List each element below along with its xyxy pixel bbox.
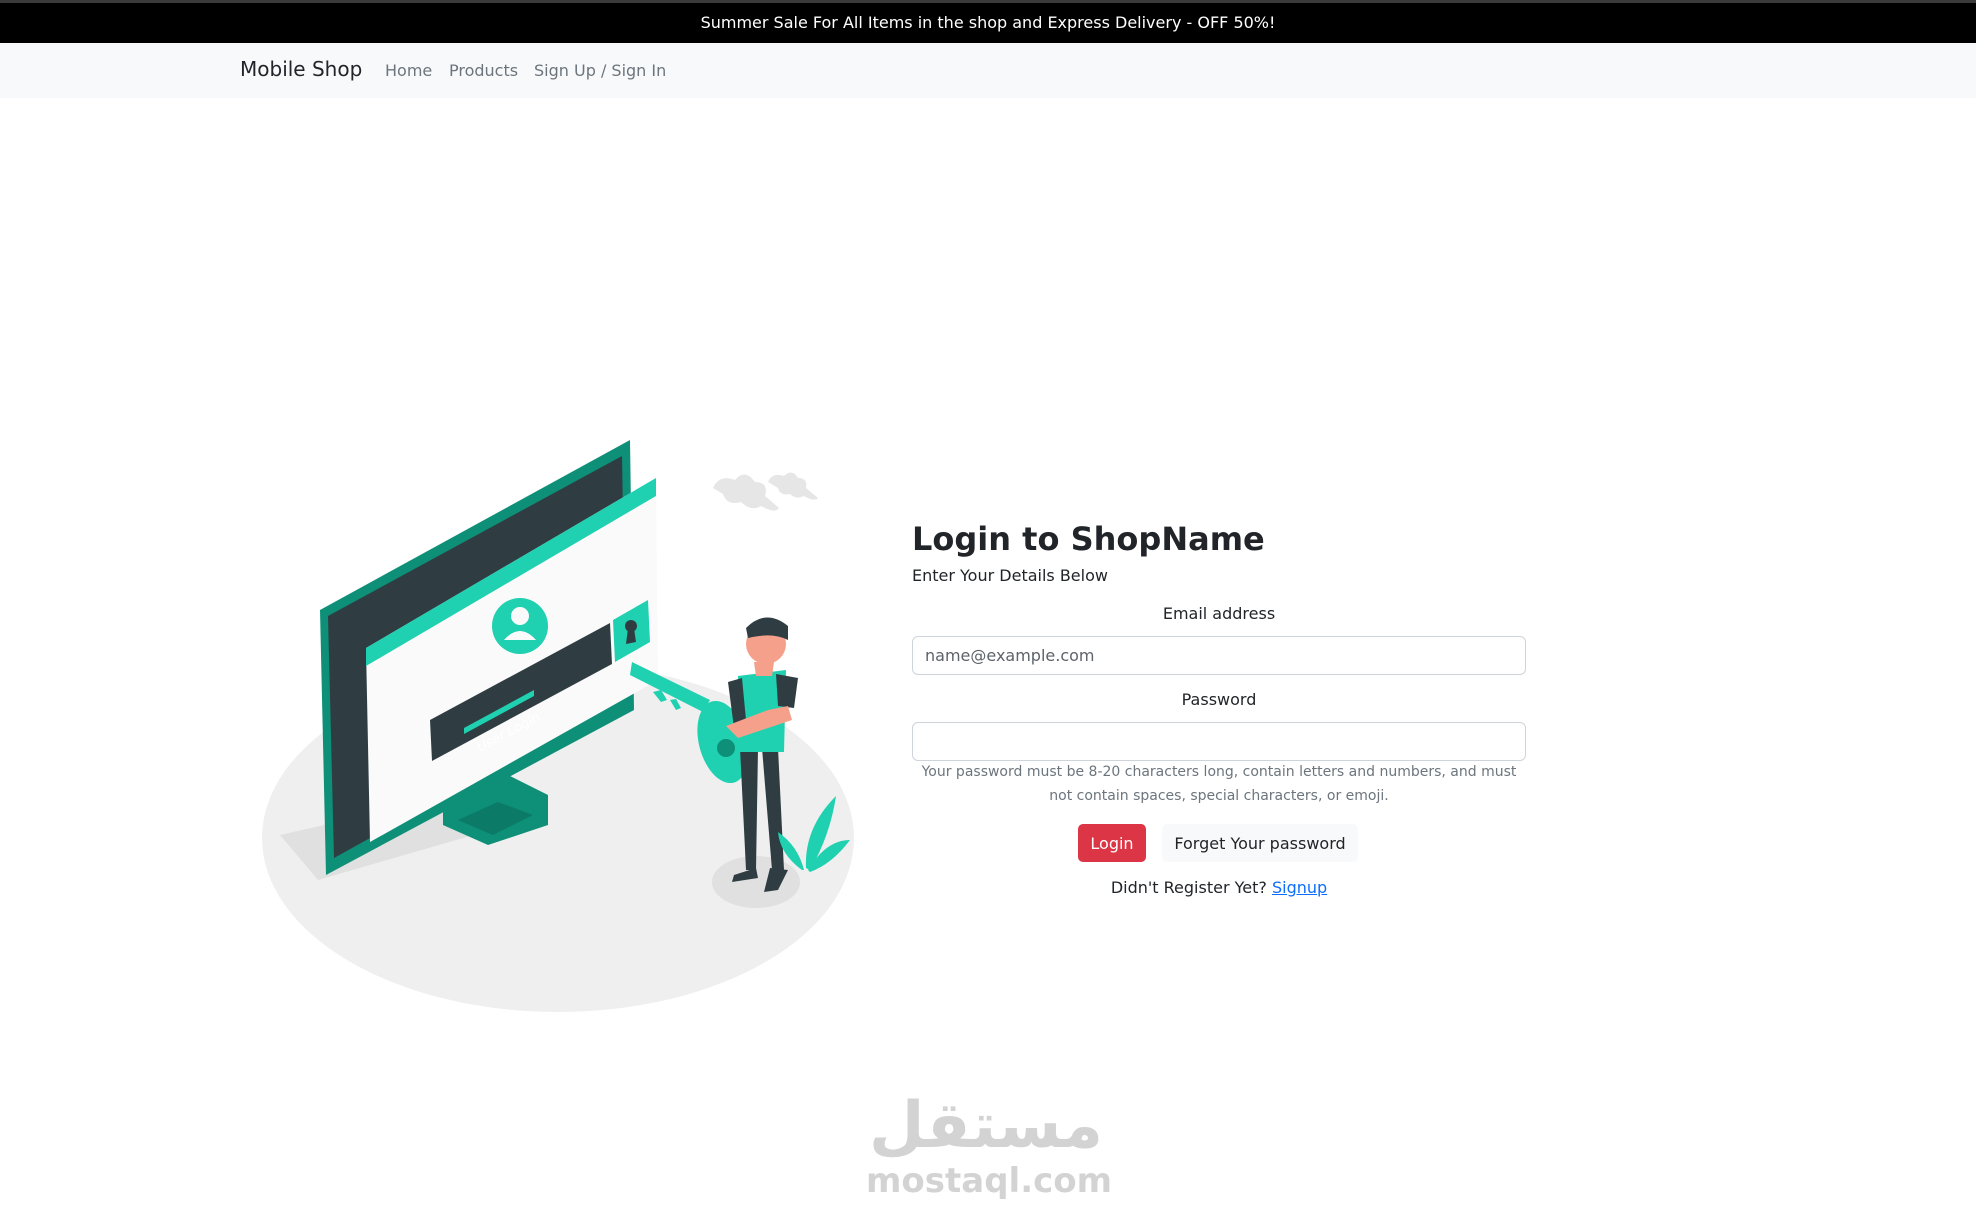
watermark-logo-text: مستقل	[869, 1089, 1103, 1163]
promo-text: Summer Sale For All Items in the shop an…	[700, 13, 1276, 32]
watermark: مستقل mostaql.com	[866, 1085, 1113, 1205]
login-button[interactable]: Login	[1078, 824, 1146, 862]
password-field[interactable]	[912, 722, 1526, 761]
nav-link-products[interactable]: Products	[449, 61, 518, 80]
password-help-text: Your password must be 8-20 characters lo…	[921, 764, 1517, 804]
navbar: Mobile Shop Home Products Sign Up / Sign…	[0, 43, 1976, 98]
password-label: Password	[1181, 690, 1257, 709]
login-title: Login to ShopName	[912, 520, 1265, 558]
signup-link[interactable]: Signup	[1272, 878, 1327, 897]
register-prompt: Didn't Register Yet? Signup	[912, 878, 1526, 897]
login-subtitle: Enter Your Details Below	[912, 566, 1108, 585]
brand-link[interactable]: Mobile Shop	[240, 57, 362, 81]
watermark-site: mostaql.com	[866, 1161, 1113, 1201]
register-prompt-text: Didn't Register Yet?	[1110, 878, 1267, 897]
cloud-icon	[713, 472, 818, 511]
watermark-logo: مستقل	[869, 1089, 1103, 1163]
nav-link-signup-signin[interactable]: Sign Up / Sign In	[534, 61, 666, 80]
login-illustration: User Login	[258, 430, 858, 1014]
login-illustration-svg: User Login	[262, 440, 854, 1012]
nav-link-home[interactable]: Home	[385, 61, 432, 80]
promo-banner: Summer Sale For All Items in the shop an…	[0, 0, 1976, 43]
email-label: Email address	[1162, 604, 1276, 623]
email-field[interactable]	[912, 636, 1526, 675]
forget-password-button[interactable]: Forget Your password	[1162, 824, 1358, 862]
user-avatar-icon	[492, 598, 548, 654]
